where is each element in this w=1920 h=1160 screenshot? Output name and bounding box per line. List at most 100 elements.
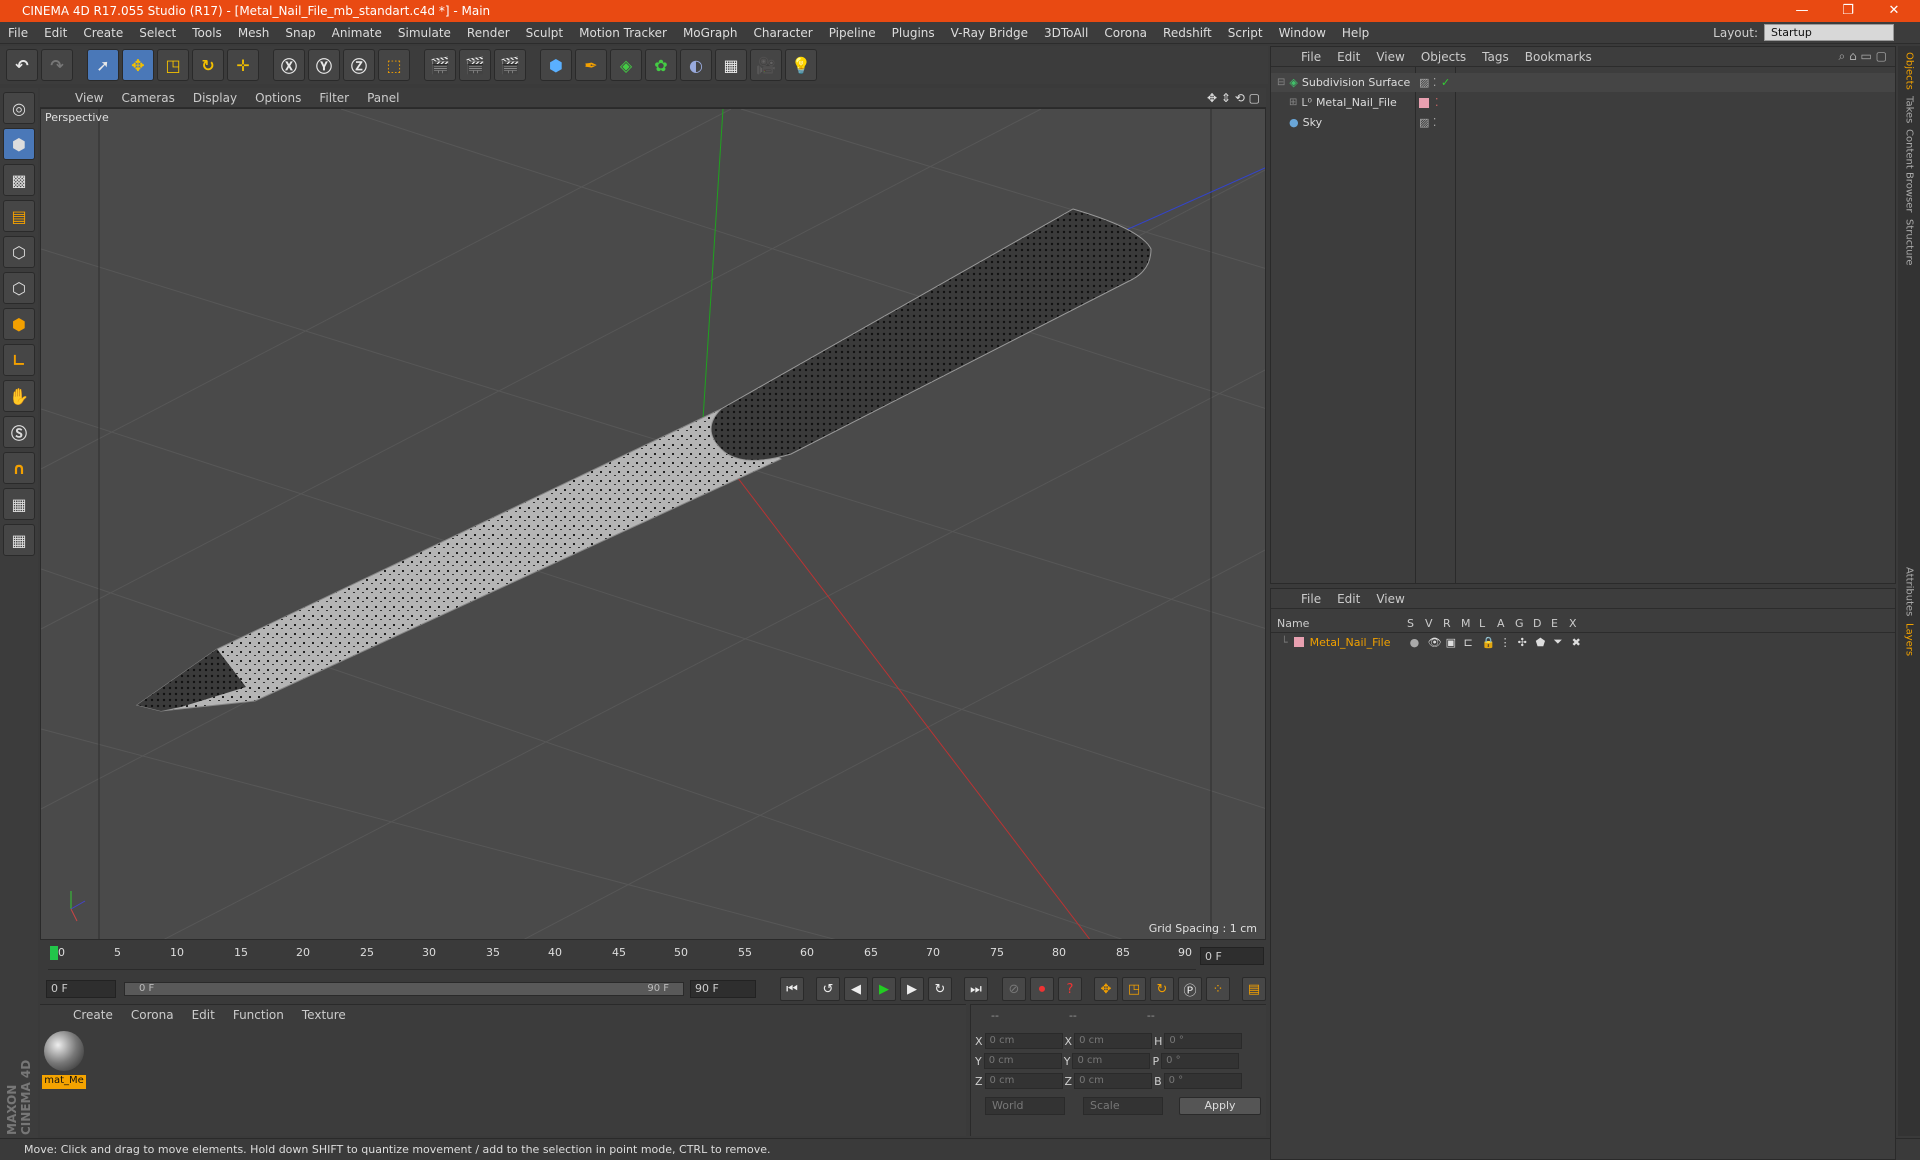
timeline-window-icon[interactable]: ▤ (1242, 977, 1266, 1001)
manager-toggle-icon[interactable]: ⊏ (1464, 636, 1482, 649)
menu-plugins[interactable]: Plugins (884, 26, 943, 40)
material-menu-edit[interactable]: Edit (183, 1008, 224, 1022)
menu-motion-tracker[interactable]: Motion Tracker (571, 26, 675, 40)
object-row[interactable]: ⊟ ◈ Subdivision Surface ▨ ⁚ ✓ (1271, 73, 1895, 92)
lock-toggle-icon[interactable]: 🔒 (1482, 636, 1500, 649)
cloner-icon[interactable]: ✿ (645, 49, 677, 81)
side-tab-content-browser[interactable]: Content Browser (1904, 129, 1915, 212)
menu-pipeline[interactable]: Pipeline (821, 26, 884, 40)
timeline[interactable]: 0 5 10 15 20 25 30 35 40 45 50 55 60 65 … (40, 944, 1266, 974)
subdivision-surface-icon[interactable]: ◈ (610, 49, 642, 81)
size-mode-dropdown[interactable]: Scale (1083, 1097, 1163, 1115)
model-mode-icon[interactable]: ⬢ (3, 128, 35, 160)
layer-color-swatch[interactable] (1293, 637, 1304, 647)
y-axis-lock-icon[interactable]: Ⓨ (308, 49, 340, 81)
axis-mode-icon[interactable]: ∟ (3, 344, 35, 376)
menu-3dtoall[interactable]: 3DToAll (1036, 26, 1096, 40)
expression-toggle-icon[interactable]: ⏷ (1554, 635, 1572, 649)
object-row[interactable]: ⊞ L⁰ Metal_Nail_File ⁚ (1271, 93, 1895, 112)
render-toggle-icon[interactable]: ▣ (1446, 636, 1464, 649)
material-menu-create[interactable]: Create (64, 1008, 122, 1022)
object-row[interactable]: ● Sky ▨ ⁚ (1271, 113, 1895, 132)
coordinate-mode-dropdown[interactable]: World (985, 1097, 1065, 1115)
visibility-toggle-icon[interactable]: ▨ ⁚ (1419, 116, 1436, 129)
play-icon[interactable]: ▶ (872, 977, 896, 1001)
visibility-dot-icon[interactable]: ⁚ (1435, 96, 1439, 109)
move-tool-icon[interactable]: ✥ (122, 49, 154, 81)
menu-simulate[interactable]: Simulate (390, 26, 459, 40)
redo-icon[interactable]: ↷ (41, 49, 73, 81)
undo-icon[interactable]: ↶ (6, 49, 38, 81)
deformer-toggle-icon[interactable]: ⬟ (1536, 636, 1554, 649)
snap-icon[interactable]: ∩ (3, 452, 35, 484)
tweak-mode-icon[interactable]: ✋ (3, 380, 35, 412)
make-editable-icon[interactable]: ◎ (3, 92, 35, 124)
key-pla-icon[interactable]: ⁘ (1206, 977, 1230, 1001)
timeline-ruler[interactable]: 0 5 10 15 20 25 30 35 40 45 50 55 60 65 … (48, 944, 1196, 970)
next-key-icon[interactable]: ↻ (928, 977, 952, 1001)
generator-toggle-icon[interactable]: ✣ (1518, 636, 1536, 649)
layout-dropdown[interactable]: Startup (1764, 24, 1894, 41)
om-menu-objects[interactable]: Objects (1413, 50, 1474, 64)
object-name[interactable]: Subdivision Surface (1298, 76, 1410, 89)
minimize-button[interactable]: — (1780, 0, 1824, 22)
frame-range-slider[interactable]: 0 F 90 F (124, 982, 684, 996)
size-x-field[interactable]: 0 cm (1074, 1033, 1153, 1049)
nail-file-model[interactable] (135, 208, 1152, 712)
layer-color-swatch[interactable] (1419, 97, 1429, 108)
visibility-toggle-icon[interactable]: ▨ ⁚ (1419, 76, 1436, 89)
transform-tool-icon[interactable]: ✛ (227, 49, 259, 81)
planar-workplane-icon[interactable]: ▦ (3, 524, 35, 556)
next-frame-icon[interactable]: ▶ (900, 977, 924, 1001)
start-frame-field[interactable]: 0 F (46, 980, 116, 998)
key-rotation-icon[interactable]: ↻ (1150, 977, 1174, 1001)
enabled-check-icon[interactable]: ✓ (1441, 76, 1450, 89)
viewport-menu-panel[interactable]: Panel (358, 91, 408, 105)
tree-expand-icon[interactable]: ⊞ (1289, 97, 1297, 108)
spline-pen-icon[interactable]: ✒ (575, 49, 607, 81)
points-mode-icon[interactable]: ⬡ (3, 236, 35, 268)
record-keys-icon[interactable]: ⊘ (1002, 977, 1026, 1001)
view-toggle-icon[interactable]: 👁 (1428, 636, 1446, 649)
menu-create[interactable]: Create (75, 26, 131, 40)
om-menu-bookmarks[interactable]: Bookmarks (1517, 50, 1600, 64)
layer-row[interactable]: └ Metal_Nail_File ● 👁 ▣ ⊏ 🔒 ⋮ ✣ ⬟ ⏷ ✖ (1271, 633, 1895, 651)
om-search-home-icons[interactable]: ⌕ ⌂ ▭ ▢ (1839, 49, 1887, 64)
viewport-menu-options[interactable]: Options (246, 91, 310, 105)
menu-select[interactable]: Select (131, 26, 184, 40)
position-z-field[interactable]: 0 cm (984, 1073, 1063, 1089)
solo-mode-icon[interactable]: Ⓢ (3, 416, 35, 448)
position-y-field[interactable]: 0 cm (983, 1053, 1062, 1069)
autokey-icon[interactable]: ⏺ (1030, 977, 1054, 1001)
rotation-p-field[interactable]: 0 ° (1161, 1053, 1240, 1069)
polygons-mode-icon[interactable]: ⬢ (3, 308, 35, 340)
menu-sculpt[interactable]: Sculpt (518, 26, 571, 40)
camera-icon[interactable]: 🎥 (750, 49, 782, 81)
live-selection-icon[interactable]: ➚ (87, 49, 119, 81)
tree-expand-icon[interactable]: ⊟ (1277, 77, 1285, 88)
menu-script[interactable]: Script (1220, 26, 1271, 40)
viewport-menu-view[interactable]: View (66, 91, 112, 105)
rotate-tool-icon[interactable]: ↻ (192, 49, 224, 81)
keyframe-selection-icon[interactable]: ? (1058, 977, 1082, 1001)
apply-button[interactable]: Apply (1179, 1097, 1261, 1115)
z-axis-lock-icon[interactable]: Ⓩ (343, 49, 375, 81)
viewport-nav-icons[interactable]: ✥ ⇕ ⟲ ▢ (1207, 91, 1260, 105)
xref-toggle-icon[interactable]: ✖ (1572, 636, 1590, 649)
render-picture-viewer-icon[interactable]: 🎬 (459, 49, 491, 81)
layer-name[interactable]: Metal_Nail_File (1310, 636, 1410, 649)
side-tab-takes[interactable]: Takes (1904, 96, 1915, 123)
3d-viewport[interactable]: Perspective Grid Spacing : 1 cm (40, 108, 1266, 940)
side-tab-attributes[interactable]: Attributes (1904, 567, 1915, 616)
menu-help[interactable]: Help (1334, 26, 1377, 40)
menu-tools[interactable]: Tools (184, 26, 230, 40)
texture-mode-icon[interactable]: ▩ (3, 164, 35, 196)
side-tab-objects[interactable]: Objects (1904, 52, 1915, 90)
scale-tool-icon[interactable]: ◳ (157, 49, 189, 81)
light-icon[interactable]: 💡 (785, 49, 817, 81)
position-x-field[interactable]: 0 cm (984, 1033, 1063, 1049)
menu-character[interactable]: Character (745, 26, 820, 40)
maximize-button[interactable]: ❐ (1826, 0, 1870, 22)
menu-mograph[interactable]: MoGraph (675, 26, 746, 40)
lm-menu-edit[interactable]: Edit (1329, 592, 1368, 606)
